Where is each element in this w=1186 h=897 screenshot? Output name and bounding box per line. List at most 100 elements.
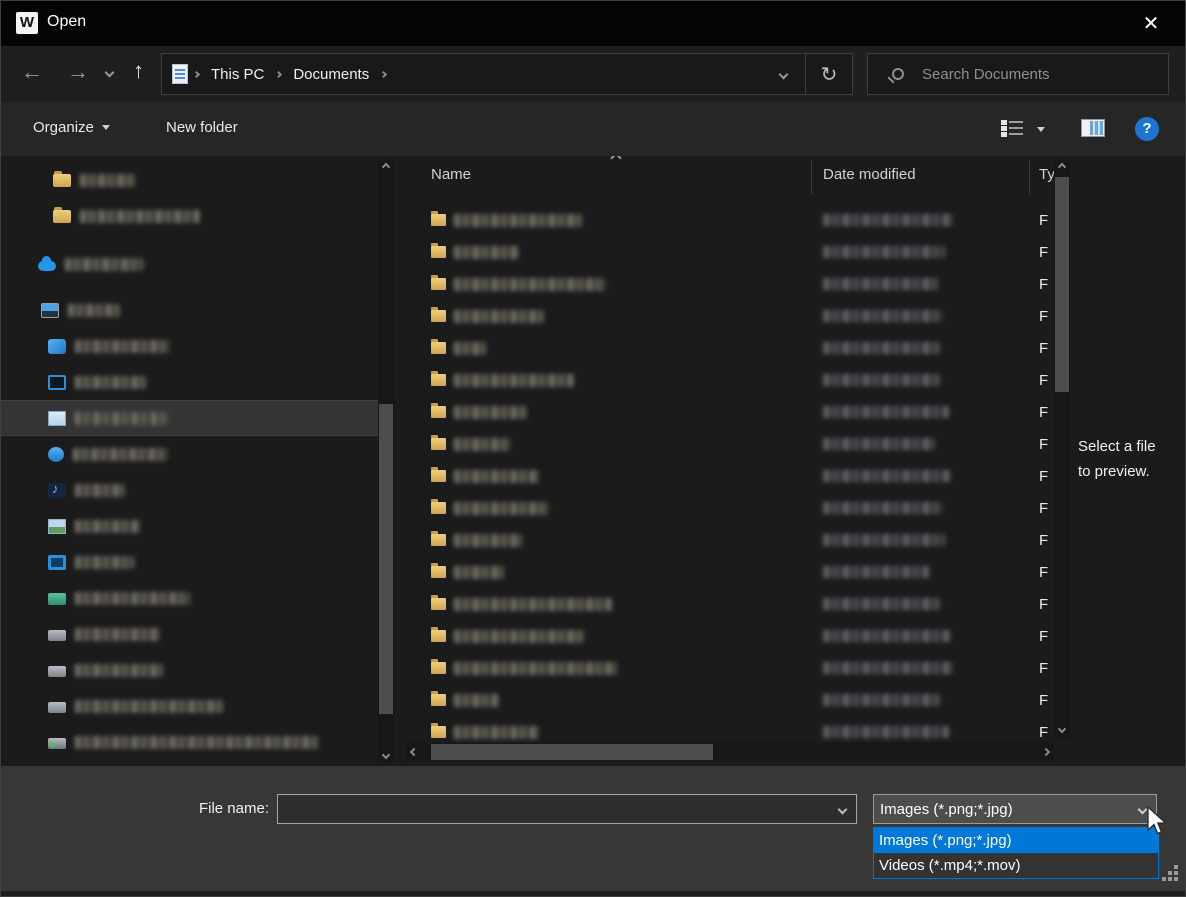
organize-label: Organize	[33, 119, 94, 136]
file-row[interactable]: F	[406, 300, 1070, 332]
file-name-input[interactable]	[278, 795, 839, 823]
redacted-file-name	[454, 470, 539, 483]
file-row[interactable]: F	[406, 396, 1070, 428]
sidebar-item[interactable]	[1, 616, 379, 652]
scrollbar-thumb[interactable]	[1055, 177, 1069, 392]
sidebar-item[interactable]	[1, 246, 379, 282]
sidebar-item[interactable]	[1, 472, 379, 508]
redacted-file-name	[454, 214, 582, 227]
new-folder-label: New folder	[166, 119, 238, 136]
preview-pane-icon[interactable]	[1081, 119, 1105, 137]
search-box[interactable]: Search Documents	[867, 53, 1169, 95]
redacted-date-modified	[823, 534, 945, 546]
column-name[interactable]: Name	[431, 166, 471, 183]
file-type-option[interactable]: Videos (*.mp4;*.mov)	[874, 853, 1158, 878]
view-options-chevron-icon[interactable]	[1037, 127, 1045, 132]
column-separator[interactable]	[1029, 160, 1030, 194]
folder-icon	[431, 662, 446, 674]
sidebar-item[interactable]	[1, 162, 379, 198]
scroll-up-icon[interactable]	[1054, 159, 1070, 175]
chevron-down-icon	[102, 125, 110, 130]
column-separator[interactable]	[811, 160, 812, 194]
sidebar-item[interactable]	[1, 198, 379, 234]
diskgray-icon	[48, 666, 66, 677]
sidebar-item[interactable]	[1, 364, 379, 400]
file-row[interactable]: F	[406, 620, 1070, 652]
file-row[interactable]: F	[406, 460, 1070, 492]
redacted-date-modified	[823, 694, 941, 706]
refresh-button[interactable]: ↻	[805, 54, 852, 94]
sidebar-item[interactable]	[1, 292, 379, 328]
redacted-date-modified	[823, 662, 953, 674]
help-button[interactable]: ?	[1135, 117, 1159, 141]
redacted-date-modified	[823, 342, 941, 354]
sidebar-item[interactable]	[1, 400, 379, 436]
scroll-down-icon[interactable]	[378, 747, 394, 763]
sidebar-item[interactable]	[1, 436, 379, 472]
redacted-label	[75, 556, 134, 569]
file-row[interactable]: F	[406, 428, 1070, 460]
file-type-cell: F	[1039, 500, 1048, 517]
file-name-combobox[interactable]	[277, 794, 857, 824]
file-list-scrollbar[interactable]	[1054, 159, 1070, 737]
file-row[interactable]: F	[406, 204, 1070, 236]
back-button[interactable]: ←	[21, 59, 43, 85]
chevron-right-icon	[275, 70, 282, 77]
new-folder-button[interactable]: New folder	[166, 119, 238, 136]
sidebar-item[interactable]	[1, 508, 379, 544]
open-dialog-window: W Open ✕ ← → ↑ This PC Documents ↻ Searc…	[0, 0, 1186, 897]
sidebar-item[interactable]	[1, 652, 379, 688]
file-row[interactable]: F	[406, 556, 1070, 588]
folder-icon	[431, 694, 446, 706]
breadcrumb-documents[interactable]: Documents	[287, 66, 375, 83]
column-type[interactable]: Ty	[1039, 166, 1055, 183]
sidebar-item[interactable]	[1, 328, 379, 364]
scrollbar-thumb[interactable]	[379, 404, 393, 714]
file-row[interactable]: F	[406, 332, 1070, 364]
file-row[interactable]: F	[406, 236, 1070, 268]
redacted-label	[73, 448, 168, 461]
scroll-down-icon[interactable]	[1054, 721, 1070, 737]
redacted-label	[80, 174, 136, 187]
folder-icon	[431, 630, 446, 642]
scrollbar-thumb[interactable]	[431, 744, 713, 760]
sidebar-item[interactable]	[1, 580, 379, 616]
close-button[interactable]: ✕	[1131, 9, 1171, 39]
sidebar-item[interactable]	[1, 724, 379, 760]
column-date-modified[interactable]: Date modified	[823, 166, 916, 183]
resize-grip[interactable]	[1174, 877, 1178, 881]
window-title: Open	[47, 13, 86, 31]
file-row[interactable]: F	[406, 492, 1070, 524]
file-row[interactable]: F	[406, 652, 1070, 684]
file-row[interactable]: F	[406, 364, 1070, 396]
chevron-down-icon[interactable]	[838, 804, 848, 814]
up-button[interactable]: ↑	[133, 58, 144, 84]
address-dropdown-button[interactable]	[761, 54, 805, 94]
redacted-date-modified	[823, 246, 945, 258]
forward-button[interactable]: →	[67, 59, 89, 85]
sidebar-scrollbar[interactable]	[378, 159, 394, 763]
command-toolbar: Organize New folder ?	[1, 102, 1185, 156]
breadcrumb-this-pc[interactable]: This PC	[205, 66, 270, 83]
address-bar[interactable]: This PC Documents ↻	[161, 53, 853, 95]
sidebar-item[interactable]	[1, 544, 379, 580]
file-type-dropdown[interactable]: Images (*.png;*.jpg)	[873, 794, 1157, 824]
organize-button[interactable]: Organize	[33, 119, 110, 136]
scroll-right-icon[interactable]	[1038, 744, 1054, 760]
change-view-icon[interactable]	[1001, 119, 1023, 138]
redacted-file-name	[454, 342, 486, 355]
file-row[interactable]: F	[406, 588, 1070, 620]
redacted-date-modified	[823, 278, 938, 290]
file-type-option[interactable]: Images (*.png;*.jpg)	[874, 828, 1158, 853]
folder-icon	[431, 502, 446, 514]
redacted-date-modified	[823, 598, 941, 610]
file-row[interactable]: F	[406, 684, 1070, 716]
horizontal-scrollbar[interactable]	[406, 743, 1054, 761]
file-row[interactable]: F	[406, 524, 1070, 556]
recent-locations-chevron-icon[interactable]	[105, 68, 115, 78]
sidebar-item[interactable]	[1, 688, 379, 724]
file-row[interactable]: F	[406, 268, 1070, 300]
scroll-up-icon[interactable]	[378, 159, 394, 175]
scroll-left-icon[interactable]	[406, 744, 422, 760]
redacted-file-name	[454, 534, 522, 547]
